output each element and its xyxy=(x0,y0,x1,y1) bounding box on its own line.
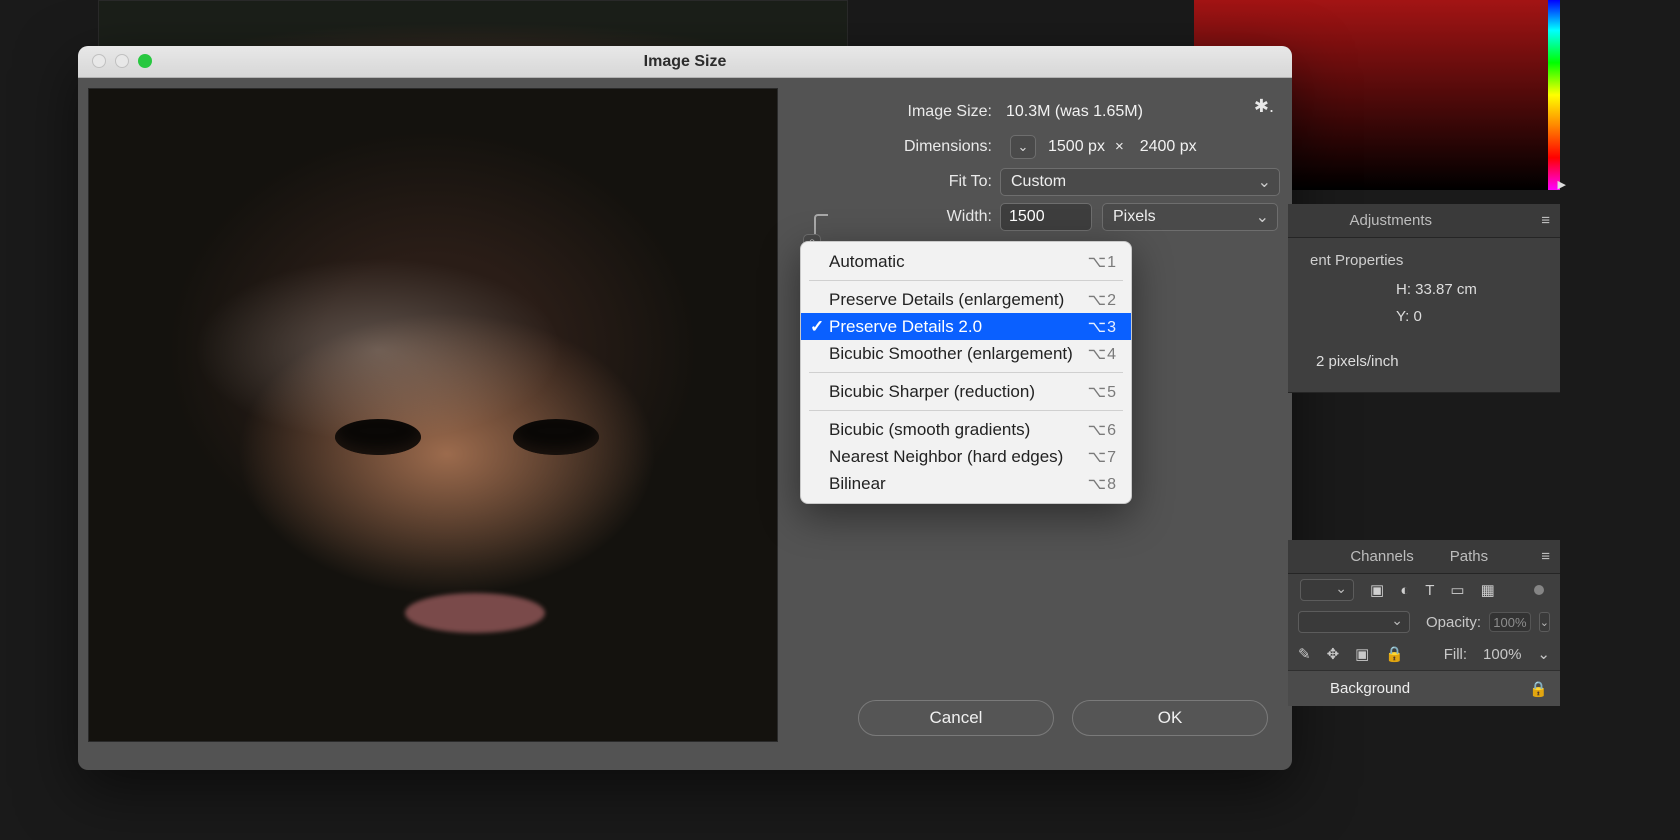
width-input[interactable] xyxy=(1000,203,1092,231)
resample-option-preserve-details-2[interactable]: ✓ Preserve Details 2.0 ⌥3 xyxy=(801,313,1131,340)
ok-button[interactable]: OK xyxy=(1072,700,1268,736)
layer-row-background[interactable]: Background 🔒 xyxy=(1288,670,1560,706)
lock-brush-icon[interactable]: ✎ xyxy=(1298,645,1311,663)
fit-to-select[interactable]: Custom xyxy=(1000,168,1280,196)
lock-position-icon[interactable]: ✥ xyxy=(1327,645,1340,663)
dimensions-height: 2400 px xyxy=(1134,138,1197,156)
fill-stepper[interactable]: ⌄ xyxy=(1537,645,1550,663)
layer-lock-icon[interactable]: 🔒 xyxy=(1529,680,1548,698)
property-y: Y: 0 xyxy=(1396,308,1542,325)
resample-option-bicubic-sharper[interactable]: Bicubic Sharper (reduction) ⌥5 xyxy=(801,378,1131,405)
property-resolution: 2 pixels/inch xyxy=(1316,353,1542,370)
fill-value[interactable]: 100% xyxy=(1483,646,1521,663)
window-close-button[interactable] xyxy=(92,54,106,68)
image-preview[interactable] xyxy=(88,88,778,742)
dialog-titlebar[interactable]: Image Size xyxy=(78,46,1292,78)
opacity-value[interactable]: 100% xyxy=(1489,612,1531,632)
tab-properties[interactable]: s xyxy=(1288,212,1332,229)
fit-to-label: Fit To: xyxy=(800,173,1000,191)
dimensions-times-icon: × xyxy=(1111,138,1128,155)
lock-all-icon[interactable]: 🔒 xyxy=(1385,645,1404,663)
resample-option-nearest-neighbor[interactable]: Nearest Neighbor (hard edges) ⌥7 xyxy=(801,443,1131,470)
resample-method-menu: Automatic ⌥1 Preserve Details (enlargeme… xyxy=(800,241,1132,504)
resample-option-bilinear[interactable]: Bilinear ⌥8 xyxy=(801,470,1131,497)
dimensions-width: 1500 px xyxy=(1042,138,1105,156)
dialog-title: Image Size xyxy=(644,53,727,71)
layers-panel: L Channels Paths ≡ ▣ ◐ T ▭ ▦ Opacity: 10… xyxy=(1288,540,1560,706)
resample-option-bicubic-smoother[interactable]: Bicubic Smoother (enlargement) ⌥4 xyxy=(801,340,1131,367)
filter-image-icon[interactable]: ▣ xyxy=(1370,581,1384,599)
window-minimize-button[interactable] xyxy=(115,54,129,68)
gear-icon[interactable]: ✱. xyxy=(1254,96,1274,117)
dimensions-unit-toggle[interactable]: ⌄ xyxy=(1010,135,1036,159)
check-icon: ✓ xyxy=(810,317,824,337)
fill-label: Fill: xyxy=(1444,646,1467,663)
layer-name: Background xyxy=(1330,680,1410,697)
opacity-stepper[interactable]: ⌄ xyxy=(1539,612,1550,632)
blend-mode-select[interactable] xyxy=(1298,611,1410,633)
filter-shape-icon[interactable]: ▭ xyxy=(1450,581,1464,599)
width-label: Width: xyxy=(800,208,1000,226)
layer-kind-filter-select[interactable] xyxy=(1300,579,1354,601)
property-h: H: 33.87 cm xyxy=(1396,281,1542,298)
lock-crop-icon[interactable]: ▣ xyxy=(1355,645,1369,663)
cancel-button[interactable]: Cancel xyxy=(858,700,1054,736)
tab-paths[interactable]: Paths xyxy=(1432,548,1506,565)
resample-option-bicubic[interactable]: Bicubic (smooth gradients) ⌥6 xyxy=(801,416,1131,443)
image-size-value: 10.3M (was 1.65M) xyxy=(1000,103,1143,121)
properties-adjustments-tabs: s Adjustments ≡ xyxy=(1288,204,1560,238)
layers-tabs: L Channels Paths ≡ xyxy=(1288,540,1560,574)
dimensions-label: Dimensions: xyxy=(800,138,1000,156)
tab-channels[interactable]: Channels xyxy=(1332,548,1431,565)
filter-type-icon[interactable]: T xyxy=(1425,582,1434,599)
tab-layers[interactable]: L xyxy=(1288,548,1332,565)
filter-adjustment-icon[interactable]: ◐ xyxy=(1400,582,1409,599)
panel-menu-icon[interactable]: ≡ xyxy=(1523,212,1560,229)
color-hue-slider[interactable] xyxy=(1548,0,1560,190)
picker-caret-icon: ▶ xyxy=(1558,178,1566,191)
resample-option-automatic[interactable]: Automatic ⌥1 xyxy=(801,248,1131,275)
width-unit-select[interactable]: Pixels xyxy=(1102,203,1278,231)
window-zoom-button[interactable] xyxy=(138,54,152,68)
properties-subhead: ent Properties xyxy=(1310,252,1542,269)
width-unit-value: Pixels xyxy=(1113,208,1156,226)
filter-smartobject-icon[interactable]: ▦ xyxy=(1481,581,1495,599)
fit-to-value: Custom xyxy=(1011,173,1066,191)
tab-adjustments[interactable]: Adjustments xyxy=(1332,212,1451,229)
image-size-label: Image Size: xyxy=(800,103,1000,121)
resample-option-preserve-details[interactable]: Preserve Details (enlargement) ⌥2 xyxy=(801,286,1131,313)
layers-panel-menu-icon[interactable]: ≡ xyxy=(1523,548,1560,565)
properties-panel: s Adjustments ≡ ent Properties H: 33.87 … xyxy=(1288,204,1560,393)
filter-toggle-icon[interactable] xyxy=(1534,585,1544,595)
opacity-label: Opacity: xyxy=(1426,614,1481,631)
